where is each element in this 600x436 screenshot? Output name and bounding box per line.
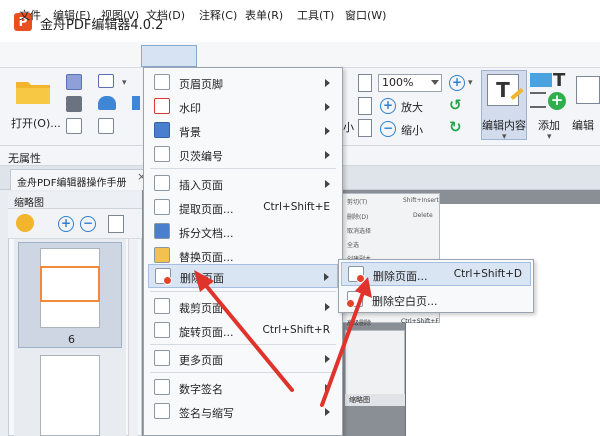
annotation-arrows bbox=[194, 270, 372, 407]
red-arrow-2 bbox=[320, 288, 366, 407]
red-arrow-1 bbox=[201, 280, 294, 392]
